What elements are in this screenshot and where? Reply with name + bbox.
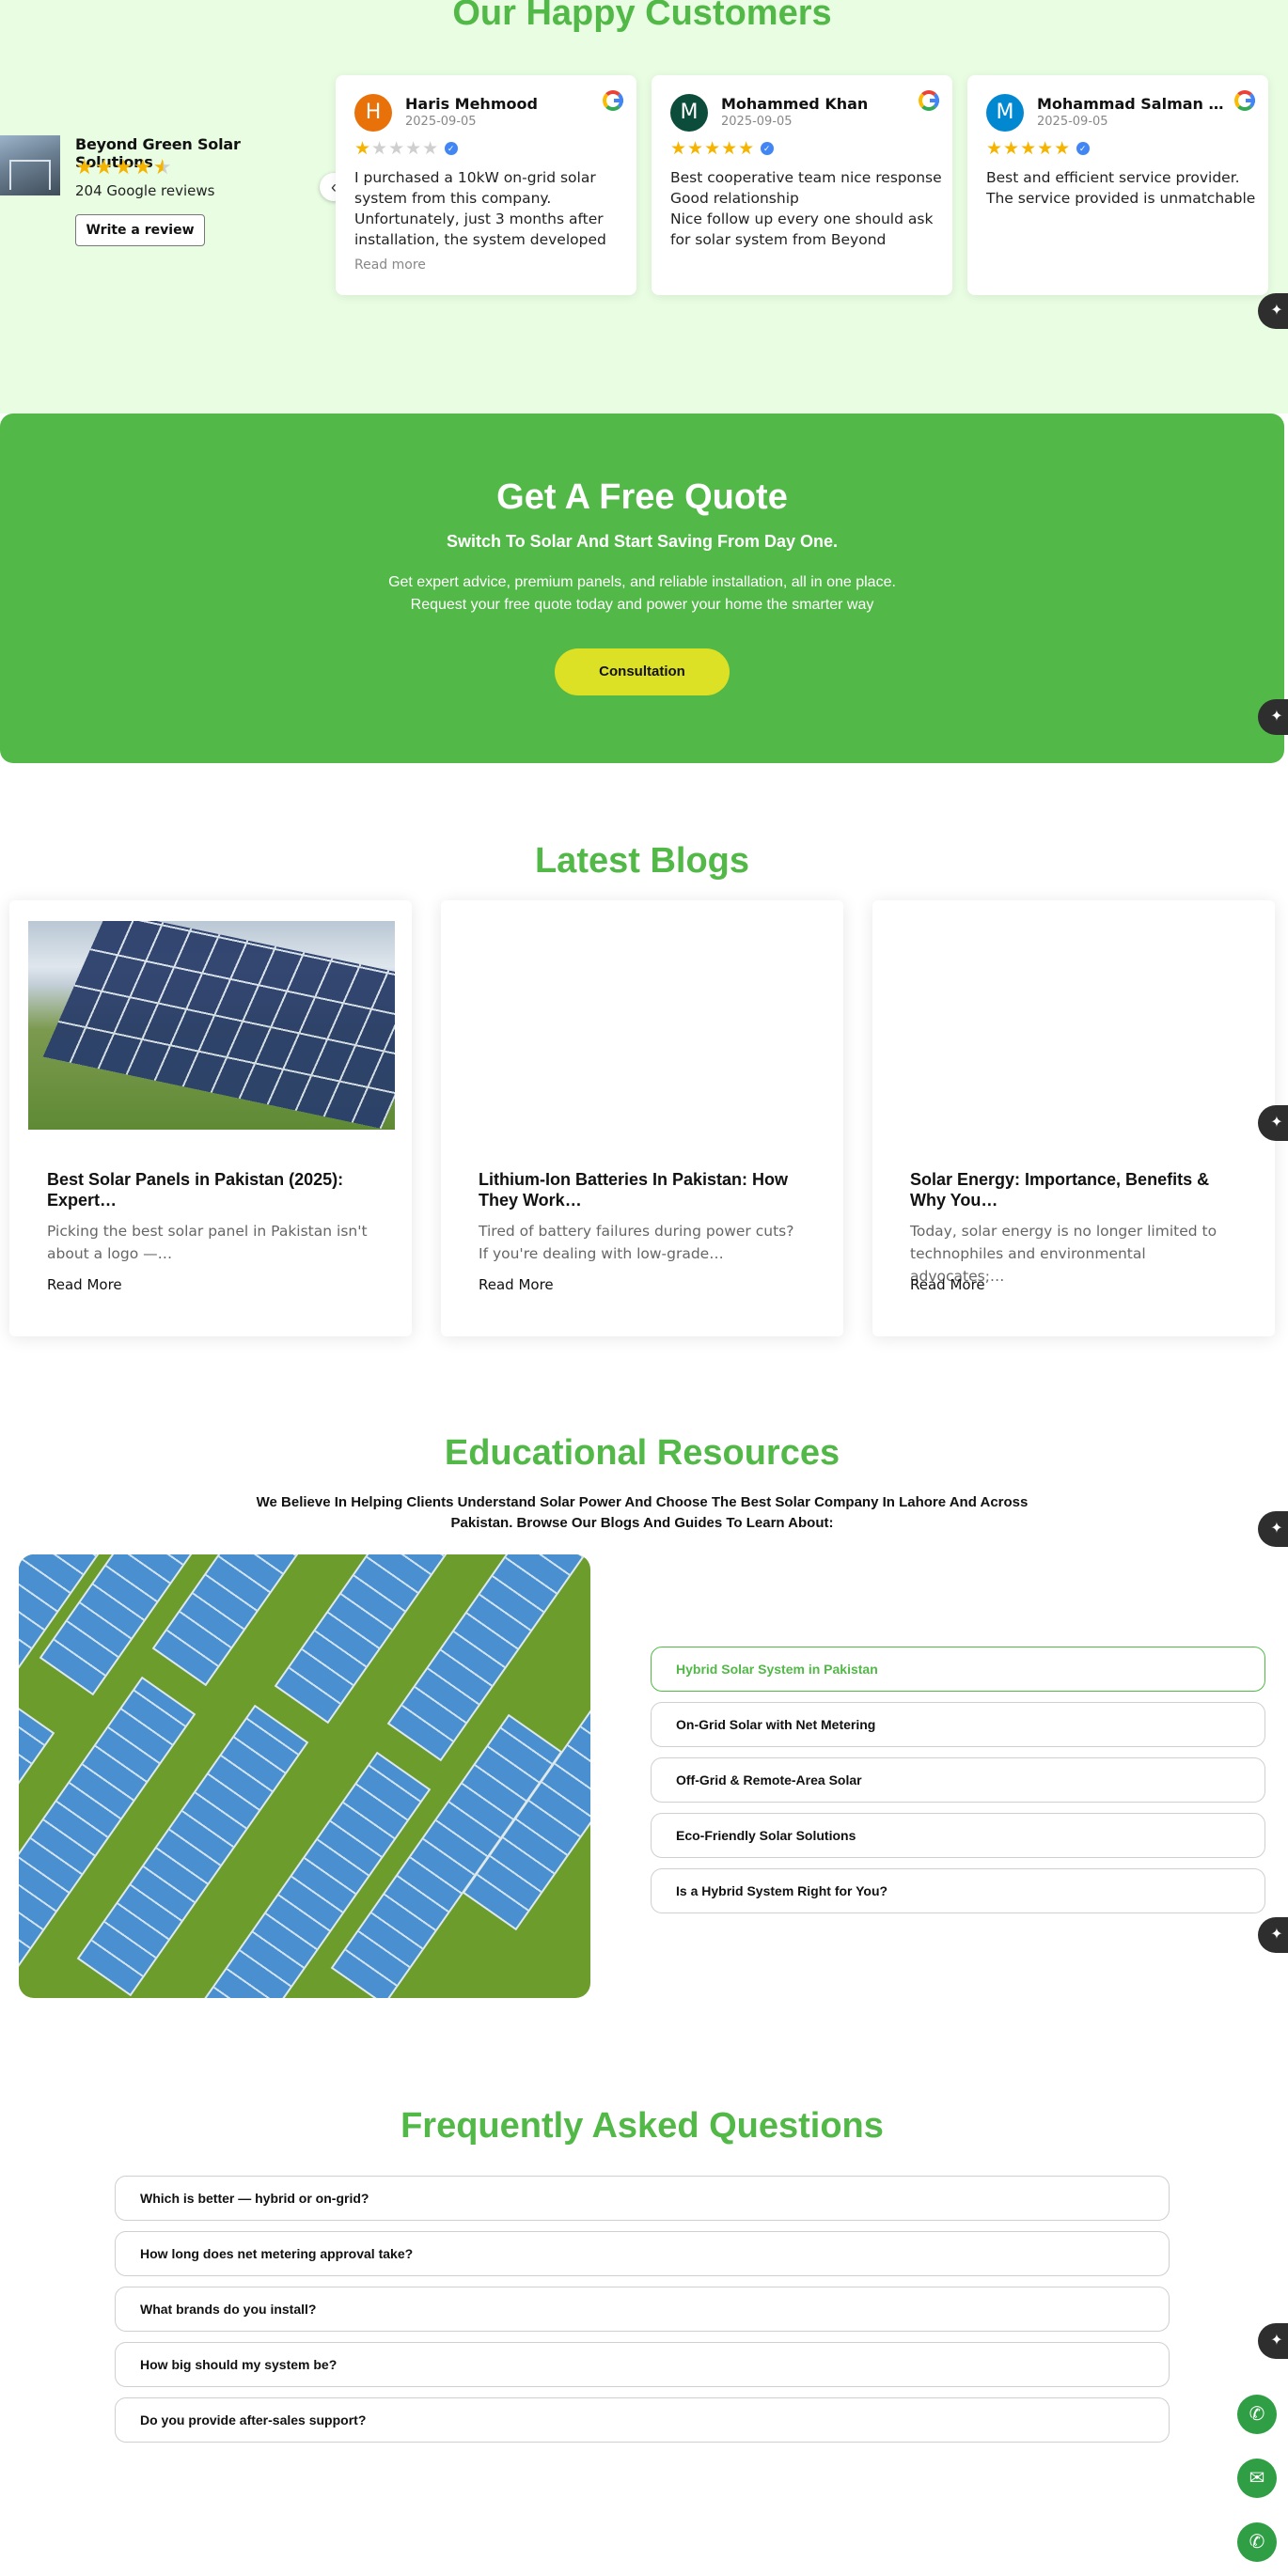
topic-off-grid[interactable]: Off-Grid & Remote-Area Solar (651, 1757, 1265, 1803)
review-card: H Haris Mehmood 2025-09-05 ★★★★★ ✓ I purc… (336, 75, 636, 295)
review-date: 2025-09-05 (405, 115, 477, 129)
sparkle-widget-tab[interactable]: ✦ (1258, 1917, 1288, 1953)
blog-card[interactable]: Best Solar Panels in Pakistan (2025): Ex… (9, 900, 412, 1336)
blog-excerpt: Tired of battery failures during power c… (479, 1223, 794, 1262)
reviewer-name: Mohammad Salman Far… (1037, 95, 1225, 113)
quote-subtitle: Switch To Solar And Start Saving From Da… (446, 532, 839, 551)
business-photo (0, 135, 60, 195)
solar-field-image (19, 1554, 590, 1998)
verified-icon: ✓ (445, 142, 459, 155)
phone-icon: ✆ (1249, 2404, 1265, 2425)
review-text: I purchased a 10kW on-grid solar system … (354, 169, 606, 248)
free-quote-section: Get A Free Quote Switch To Solar And Sta… (0, 414, 1284, 763)
sparkle-icon: ✦ (1270, 2333, 1283, 2349)
verified-icon: ✓ (1076, 142, 1091, 155)
review-stars: ★★★★★ ✓ (354, 139, 459, 160)
blog-card[interactable]: Lithium-Ion Batteries In Pakistan: How T… (441, 900, 843, 1336)
faq-item[interactable]: Which is better — hybrid or on-grid? (115, 2176, 1170, 2221)
faq-title: Frequently Asked Questions (401, 2106, 884, 2146)
sparkle-icon: ✦ (1270, 1521, 1283, 1537)
sparkle-icon: ✦ (1270, 709, 1283, 725)
blog-excerpt: Picking the best solar panel in Pakistan… (47, 1223, 368, 1262)
faq-item[interactable]: What brands do you install? (115, 2287, 1170, 2332)
avatar: H (354, 94, 392, 132)
faq-item[interactable]: How big should my system be? (115, 2342, 1170, 2387)
review-card: M Mohammed Khan 2025-09-05 ★★★★★ ✓ Best c… (652, 75, 952, 295)
phone-button[interactable]: ✆ (1237, 2395, 1277, 2434)
blog-image (460, 921, 826, 1130)
sparkle-icon: ✦ (1270, 1115, 1283, 1131)
sparkle-widget-tab[interactable]: ✦ (1258, 1511, 1288, 1547)
faq-item[interactable]: Do you provide after-sales support? (115, 2397, 1170, 2443)
whatsapp-icon: ✆ (1249, 2532, 1265, 2553)
sparkle-icon: ✦ (1270, 303, 1283, 319)
quote-title: Get A Free Quote (496, 477, 788, 517)
review-date: 2025-09-05 (1037, 115, 1108, 129)
reviews-title: Our Happy Customers (452, 0, 832, 33)
verified-icon: ✓ (761, 142, 775, 155)
blog-image (28, 921, 395, 1130)
avatar: M (986, 94, 1024, 132)
sparkle-widget-tab[interactable]: ✦ (1258, 1105, 1288, 1141)
blog-read-more[interactable]: Read More (47, 1276, 122, 1293)
google-icon (1234, 90, 1255, 111)
education-title: Educational Resources (444, 1433, 840, 1473)
review-stars: ★★★★★ ✓ (670, 139, 775, 160)
whatsapp-button[interactable]: ✆ (1237, 2522, 1277, 2562)
email-button[interactable]: ✉ (1237, 2459, 1277, 2498)
blog-read-more[interactable]: Read More (479, 1276, 554, 1293)
reviewer-name: Mohammed Khan (721, 95, 869, 113)
blog-title[interactable]: Best Solar Panels in Pakistan (2025): Ex… (47, 1169, 385, 1210)
blog-title[interactable]: Solar Energy: Importance, Benefits & Why… (910, 1169, 1249, 1210)
sparkle-widget-tab[interactable]: ✦ (1258, 699, 1288, 735)
consultation-button[interactable]: Consultation (555, 648, 730, 695)
review-count: 204 Google reviews (75, 182, 215, 199)
review-stars: ★★★★★ ✓ (986, 139, 1091, 160)
google-icon (919, 90, 939, 111)
sparkle-widget-tab[interactable]: ✦ (1258, 293, 1288, 329)
review-text: Best cooperative team nice response Good… (670, 169, 942, 248)
business-rating-stars: ★★★★★ (75, 155, 173, 179)
education-subtitle: We Believe In Helping Clients Understand… (256, 1494, 1029, 1531)
write-review-button[interactable]: Write a review (75, 214, 205, 246)
sparkle-icon: ✦ (1270, 1927, 1283, 1943)
review-date: 2025-09-05 (721, 115, 793, 129)
topic-on-grid[interactable]: On-Grid Solar with Net Metering (651, 1702, 1265, 1747)
business-summary: Beyond Green Solar Solutions ★★★★★ 204 G… (0, 133, 301, 256)
reviewer-name: Haris Mehmood (405, 95, 538, 113)
blog-read-more[interactable]: Read More (910, 1276, 985, 1293)
quote-body: Get expert advice, premium panels, and r… (388, 574, 896, 613)
review-card: M Mohammad Salman Far… 2025-09-05 ★★★★★✓… (967, 75, 1268, 295)
faq-item[interactable]: How long does net metering approval take… (115, 2231, 1170, 2276)
blog-image (891, 921, 1258, 1130)
blog-title[interactable]: Lithium-Ion Batteries In Pakistan: How T… (479, 1169, 817, 1210)
page: Our Happy Customers Beyond Green Solar S… (0, 0, 1288, 2576)
review-text: Best and efficient service provider. The… (986, 169, 1256, 207)
email-icon: ✉ (1249, 2468, 1265, 2489)
topic-hybrid-solar[interactable]: Hybrid Solar System in Pakistan (651, 1647, 1265, 1692)
topic-hybrid-right[interactable]: Is a Hybrid System Right for You? (651, 1868, 1265, 1913)
blog-card[interactable]: Solar Energy: Importance, Benefits & Why… (872, 900, 1275, 1336)
topic-eco-friendly[interactable]: Eco-Friendly Solar Solutions (651, 1813, 1265, 1858)
reviews-section: Our Happy Customers Beyond Green Solar S… (0, 0, 1288, 414)
read-more-link[interactable]: Read more (354, 258, 426, 273)
avatar: M (670, 94, 708, 132)
blogs-title: Latest Blogs (534, 841, 750, 881)
google-icon (603, 90, 623, 111)
sparkle-widget-tab[interactable]: ✦ (1258, 2323, 1288, 2359)
